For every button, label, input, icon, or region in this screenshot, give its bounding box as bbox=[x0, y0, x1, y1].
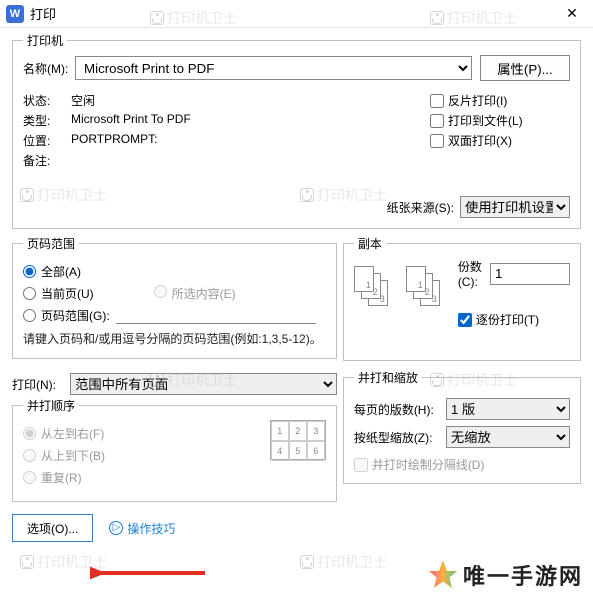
options-button[interactable]: 选项(O)... bbox=[12, 514, 93, 542]
paper-source-select[interactable]: 使用打印机设置 bbox=[460, 196, 570, 218]
star-icon bbox=[429, 561, 457, 589]
status-value: 空闲 bbox=[71, 92, 95, 109]
scale-label: 按纸型缩放(Z): bbox=[354, 429, 446, 446]
order-group: 并打顺序 从左到右(F) 从上到下(B) 重复(R) 123456 bbox=[12, 397, 337, 502]
comment-label: 备注: bbox=[23, 152, 71, 169]
tips-text: 操作技巧 bbox=[127, 520, 175, 537]
pps-label: 每页的版数(H): bbox=[354, 401, 446, 418]
drawlines-checkbox bbox=[354, 458, 368, 472]
watermark: 打印机卫士 bbox=[300, 552, 387, 572]
brand-text: 唯一手游网 bbox=[463, 559, 583, 591]
titlebar: W 打印 ✕ bbox=[0, 0, 593, 28]
collate-checkbox[interactable] bbox=[458, 313, 472, 327]
dialog-title: 打印 bbox=[30, 4, 557, 23]
printer-options-right: 反片打印(I) 打印到文件(L) 双面打印(X) bbox=[430, 89, 570, 172]
paper-source-label: 纸张来源(S): bbox=[387, 199, 454, 216]
scale-legend: 并打和缩放 bbox=[354, 369, 422, 386]
printer-details-left: 状态:空闲 类型:Microsoft Print To PDF 位置:PORTP… bbox=[23, 89, 430, 172]
collate-icon-2: 321 bbox=[406, 266, 446, 310]
duplex-label: 双面打印(X) bbox=[448, 132, 512, 149]
order-lr-radio bbox=[23, 427, 36, 440]
pps-select[interactable]: 1 版 bbox=[446, 398, 570, 420]
arrow-annotation-icon bbox=[90, 558, 210, 588]
range-pages-label: 页码范围(G): bbox=[41, 307, 110, 324]
type-value: Microsoft Print To PDF bbox=[71, 112, 191, 129]
watermark: 打印机卫士 bbox=[20, 552, 107, 572]
order-repeat-label: 重复(R) bbox=[41, 469, 82, 486]
collate-icon-1: 321 bbox=[354, 266, 394, 310]
printer-group: 打印机 名称(M): Microsoft Print to PDF 属性(P).… bbox=[12, 32, 581, 229]
range-selection-radio bbox=[154, 285, 167, 298]
duplex-checkbox[interactable] bbox=[430, 134, 444, 148]
range-all-radio[interactable] bbox=[23, 265, 36, 278]
order-lr-label: 从左到右(F) bbox=[41, 425, 104, 442]
printer-legend: 打印机 bbox=[23, 32, 67, 49]
range-current-radio[interactable] bbox=[23, 287, 36, 300]
print-to-file-label: 打印到文件(L) bbox=[448, 112, 523, 129]
range-pages-radio[interactable] bbox=[23, 309, 36, 322]
properties-button[interactable]: 属性(P)... bbox=[480, 55, 570, 81]
tips-link[interactable]: ▷ 操作技巧 bbox=[109, 520, 175, 537]
range-all-label: 全部(A) bbox=[41, 263, 81, 280]
printer-name-select[interactable]: Microsoft Print to PDF bbox=[75, 56, 472, 80]
copies-legend: 副本 bbox=[354, 235, 386, 252]
range-group: 页码范围 全部(A) 当前页(U) 所选内容(E) 页码范围(G): 请键入页码… bbox=[12, 235, 337, 359]
order-repeat-radio bbox=[23, 471, 36, 484]
printer-name-label: 名称(M): bbox=[23, 60, 75, 77]
order-tb-radio bbox=[23, 449, 36, 462]
drawlines-label: 并打时绘制分隔线(D) bbox=[372, 456, 485, 473]
range-hint: 请键入页码和/或用逗号分隔的页码范围(例如:1,3,5-12)。 bbox=[23, 330, 326, 348]
status-label: 状态: bbox=[23, 92, 71, 109]
range-legend: 页码范围 bbox=[23, 235, 79, 252]
order-legend: 并打顺序 bbox=[23, 397, 79, 414]
reverse-print-label: 反片打印(I) bbox=[448, 92, 507, 109]
reverse-print-checkbox[interactable] bbox=[430, 94, 444, 108]
where-value: PORTPROMPT: bbox=[71, 132, 157, 149]
app-icon: W bbox=[6, 5, 24, 23]
where-label: 位置: bbox=[23, 132, 71, 149]
play-icon: ▷ bbox=[109, 521, 123, 535]
print-what-label: 打印(N): bbox=[12, 376, 64, 393]
range-selection-label: 所选内容(E) bbox=[172, 287, 236, 301]
type-label: 类型: bbox=[23, 112, 71, 129]
order-diagram-icon: 123456 bbox=[270, 420, 326, 460]
print-what-select[interactable]: 范围中所有页面 bbox=[70, 373, 337, 395]
close-button[interactable]: ✕ bbox=[557, 4, 587, 24]
range-pages-input[interactable] bbox=[116, 308, 316, 324]
copies-label: 份数(C): bbox=[458, 258, 486, 289]
copies-group: 副本 321 321 份数(C): 逐份打印(T) bbox=[343, 235, 581, 361]
order-tb-label: 从上到下(B) bbox=[41, 447, 105, 464]
copies-input[interactable] bbox=[490, 263, 570, 285]
brand-logo: 唯一手游网 bbox=[429, 559, 583, 591]
collate-label: 逐份打印(T) bbox=[476, 311, 539, 328]
scale-select[interactable]: 无缩放 bbox=[446, 426, 570, 448]
print-to-file-checkbox[interactable] bbox=[430, 114, 444, 128]
scale-group: 并打和缩放 每页的版数(H):1 版 按纸型缩放(Z):无缩放 并打时绘制分隔线… bbox=[343, 369, 581, 484]
range-current-label: 当前页(U) bbox=[41, 285, 94, 302]
